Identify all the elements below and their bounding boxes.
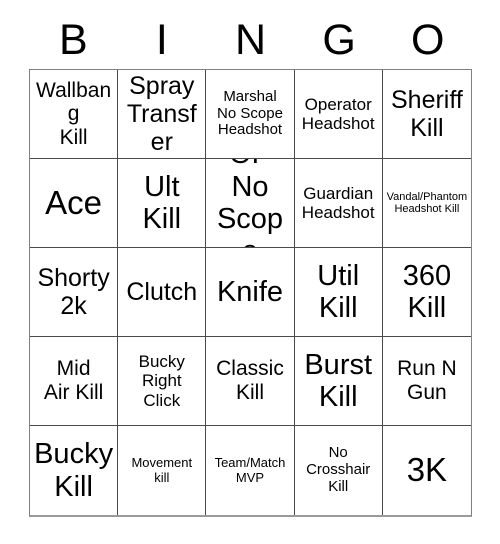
bingo-cell[interactable]: 360 Kill xyxy=(382,248,471,337)
bingo-header-letter-n: N xyxy=(234,16,267,64)
bingo-cell-label: OP No Scope xyxy=(216,159,284,247)
bingo-cell-label: Knife xyxy=(216,275,284,308)
bingo-header-letter-g: G xyxy=(322,16,356,64)
bingo-cell-label: Burst Kill xyxy=(304,348,373,413)
bingo-cell-label: Team/Match MVP xyxy=(214,454,286,485)
bingo-header-letter-i: I xyxy=(155,16,168,64)
bingo-cell-label: Bucky Right Click xyxy=(138,352,185,410)
bingo-cell[interactable]: Operator Headshot xyxy=(294,70,383,159)
bingo-cell-label: Run N Gun xyxy=(397,357,457,404)
bingo-cell[interactable]: Guardian Headshot xyxy=(294,159,383,248)
bingo-card: B I N G O Wallbang Kill Spray Transfer Mar… xyxy=(29,12,472,517)
bingo-cell-label: Spray Transfer xyxy=(126,72,197,156)
bingo-cell[interactable]: Classic Kill xyxy=(206,337,295,426)
bingo-cell-label: Guardian Headshot xyxy=(301,183,375,222)
bingo-cell-label: Vandal/Phantom Headshot Kill xyxy=(386,190,468,215)
bingo-cell[interactable]: Bucky Kill xyxy=(30,426,119,515)
bingo-cell[interactable]: Team/Match MVP xyxy=(206,426,295,515)
bingo-cell-label: Ult Kill xyxy=(142,170,182,235)
bingo-header-letter-b: B xyxy=(58,16,88,64)
bingo-cell[interactable]: Ace xyxy=(30,159,119,248)
bingo-cell[interactable]: Knife xyxy=(206,248,295,337)
bingo-cell[interactable]: Marshal No Scope Headshot xyxy=(206,70,295,159)
bingo-cell[interactable]: Wallbang Kill xyxy=(30,70,119,159)
bingo-cell-label: 360 Kill xyxy=(402,259,452,324)
bingo-cell[interactable]: OP No Scope xyxy=(206,159,295,248)
bingo-cell-label: No Crosshair Kill xyxy=(306,444,371,495)
bingo-cell[interactable]: Clutch xyxy=(118,248,207,337)
bingo-cell-label: Sheriff Kill xyxy=(390,86,463,142)
bingo-cell[interactable]: Sheriff Kill xyxy=(382,70,471,159)
bingo-cell-label: Mid Air Kill xyxy=(43,357,104,404)
bingo-cell[interactable]: Run N Gun xyxy=(382,337,471,426)
bingo-cell[interactable]: Ult Kill xyxy=(118,159,207,248)
bingo-cell[interactable]: Mid Air Kill xyxy=(30,337,119,426)
bingo-cell[interactable]: Movement kill xyxy=(118,426,207,515)
bingo-cell[interactable]: Util Kill xyxy=(294,248,383,337)
bingo-grid: Wallbang Kill Spray Transfer Marshal No Sc… xyxy=(29,69,472,517)
bingo-cell-label: Classic Kill xyxy=(216,357,284,404)
bingo-header-letter-o: O xyxy=(410,16,445,64)
bingo-cell[interactable]: Burst Kill xyxy=(294,337,383,426)
bingo-cell-label: Movement kill xyxy=(131,454,193,485)
bingo-cell[interactable]: Shorty 2k xyxy=(30,248,119,337)
bingo-cell[interactable]: Spray Transfer xyxy=(118,70,207,159)
bingo-cell-label: Ace xyxy=(45,183,103,221)
bingo-cell[interactable]: 3K xyxy=(382,426,471,515)
bingo-cell-label: Clutch xyxy=(126,278,198,306)
bingo-cell-label: Marshal No Scope Headshot xyxy=(217,87,283,139)
bingo-header-row: B I N G O xyxy=(29,12,472,69)
bingo-cell-label: Operator Headshot xyxy=(301,94,375,133)
bingo-cell[interactable]: Bucky Right Click xyxy=(118,337,207,426)
bingo-cell-label: Bucky Kill xyxy=(34,438,114,503)
bingo-cell[interactable]: No Crosshair Kill xyxy=(294,426,383,515)
bingo-cell-label: Wallbang Kill xyxy=(36,78,112,149)
bingo-cell-label: 3K xyxy=(406,451,448,489)
bingo-cell[interactable]: Vandal/Phantom Headshot Kill xyxy=(382,159,471,248)
bingo-cell-label: Shorty 2k xyxy=(37,264,110,320)
bingo-cell-label: Util Kill xyxy=(317,259,360,324)
